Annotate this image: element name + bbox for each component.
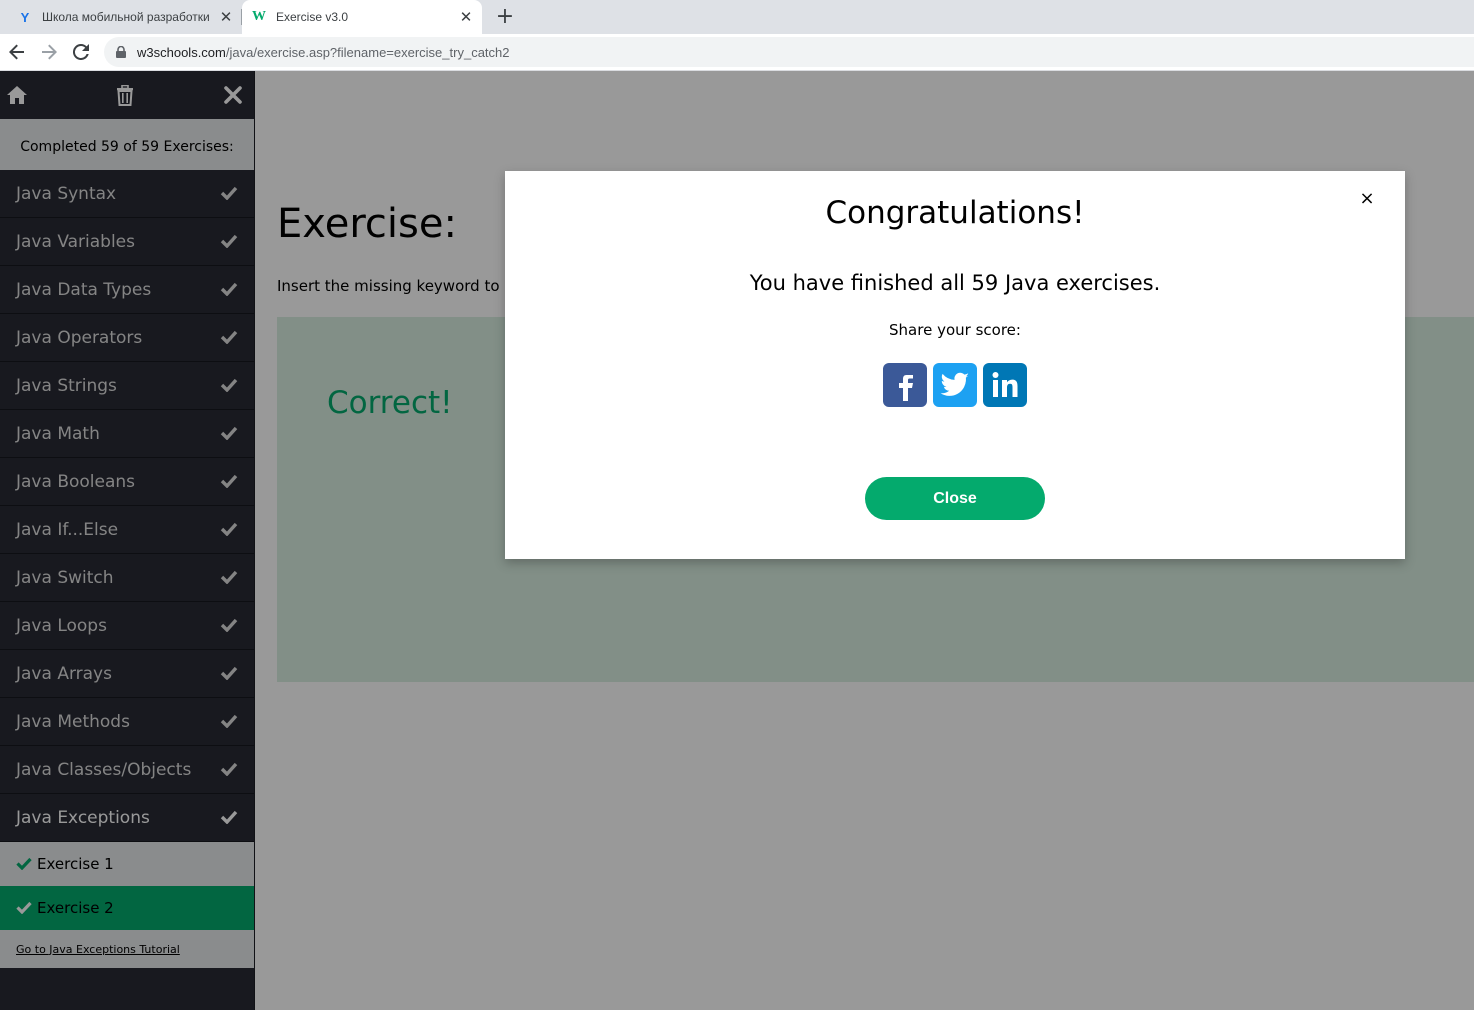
share-label: Share your score:	[889, 321, 1021, 339]
congratulations-modal: × Congratulations! You have finished all…	[505, 171, 1405, 559]
close-tab-icon[interactable]: ✕	[458, 8, 474, 26]
modal-message: You have finished all 59 Java exercises.	[749, 271, 1161, 295]
linkedin-icon[interactable]	[983, 363, 1027, 407]
tab-title: Exercise v3.0	[276, 10, 349, 24]
modal-title: Congratulations!	[825, 195, 1085, 231]
url-text: w3schools.com/java/exercise.asp?filename…	[137, 44, 510, 60]
twitter-icon[interactable]	[933, 363, 977, 407]
w3schools-icon: W	[252, 9, 266, 24]
back-button[interactable]	[5, 40, 29, 64]
reload-button[interactable]	[69, 40, 93, 64]
new-tab-button[interactable]: +	[494, 4, 516, 30]
browser-tab[interactable]: Y Школа мобильной разработки ✕	[8, 0, 242, 34]
arrow-right-icon	[42, 44, 57, 60]
browser-toolbar: w3schools.com/java/exercise.asp?filename…	[0, 34, 1474, 71]
close-tab-icon[interactable]: ✕	[218, 8, 234, 26]
tab-title: Школа мобильной разработки	[42, 10, 210, 24]
close-button[interactable]: Close	[865, 477, 1045, 520]
forward-button[interactable]	[37, 40, 61, 64]
share-buttons	[883, 363, 1027, 407]
address-bar[interactable]: w3schools.com/java/exercise.asp?filename…	[104, 37, 1474, 67]
browser-tab-bar: Y Школа мобильной разработки ✕ W Exercis…	[0, 0, 1474, 34]
reload-icon	[73, 44, 89, 60]
lock-icon	[116, 46, 126, 58]
arrow-left-icon	[9, 44, 24, 60]
browser-tab-active[interactable]: W Exercise v3.0 ✕	[242, 0, 482, 34]
yandex-y-icon: Y	[20, 9, 30, 25]
facebook-icon[interactable]	[883, 363, 927, 407]
